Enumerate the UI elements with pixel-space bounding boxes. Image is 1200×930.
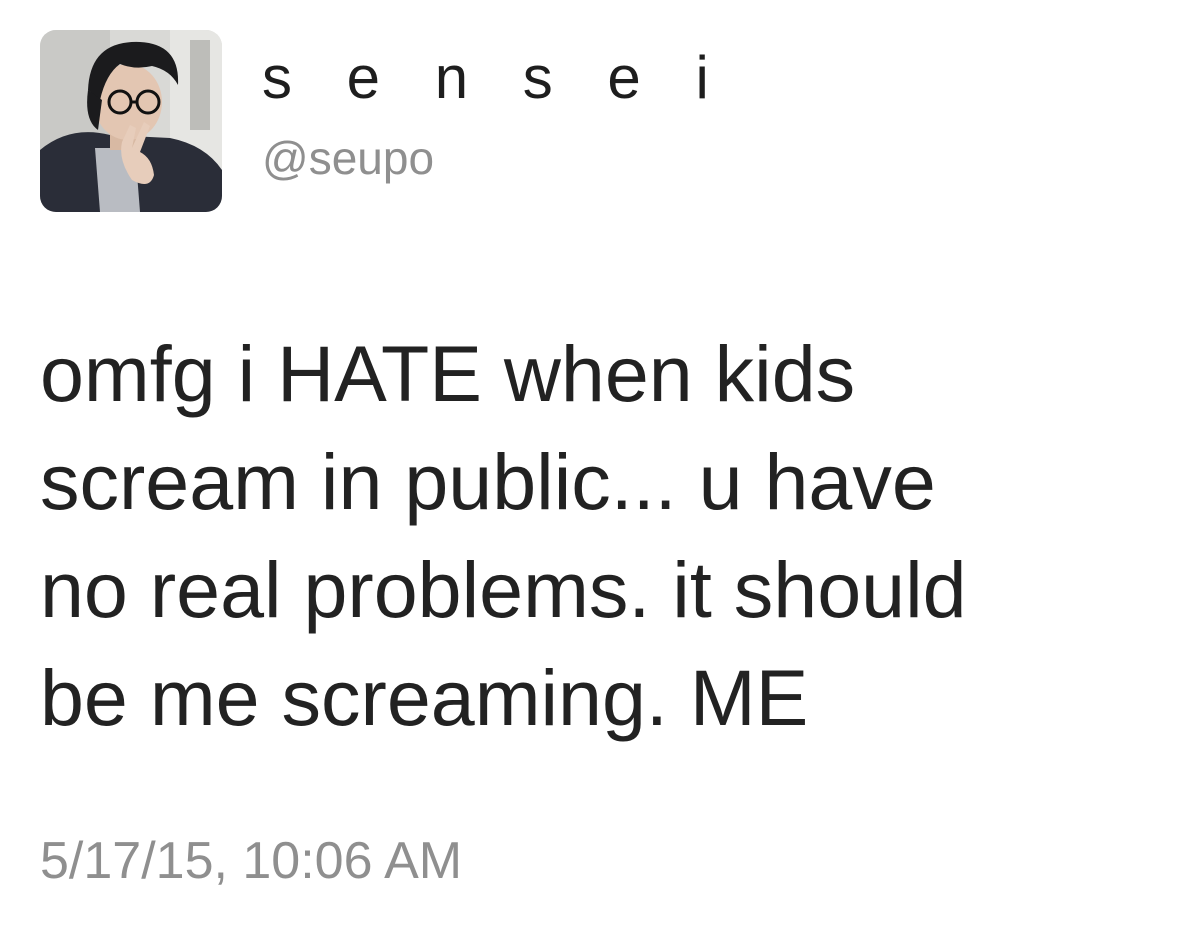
display-name[interactable]: s e n s e i	[262, 42, 728, 114]
tweet-text-line: no real problems. it should	[40, 545, 967, 634]
tweet-card: s e n s e i @seupo omfg i HATE when kids…	[0, 0, 1200, 930]
profile-avatar[interactable]	[40, 30, 222, 212]
tweet-timestamp[interactable]: 5/17/15, 10:06 AM	[40, 830, 462, 892]
tweet-text-line: scream in public... u have	[40, 437, 936, 526]
tweet-text-line: omfg i HATE when kids	[40, 329, 856, 418]
tweet-text: omfg i HATE when kids scream in public..…	[40, 320, 1160, 752]
avatar-photo-icon	[40, 30, 222, 212]
user-handle[interactable]: @seupo	[262, 130, 434, 186]
tweet-text-line: be me screaming. ME	[40, 653, 809, 742]
